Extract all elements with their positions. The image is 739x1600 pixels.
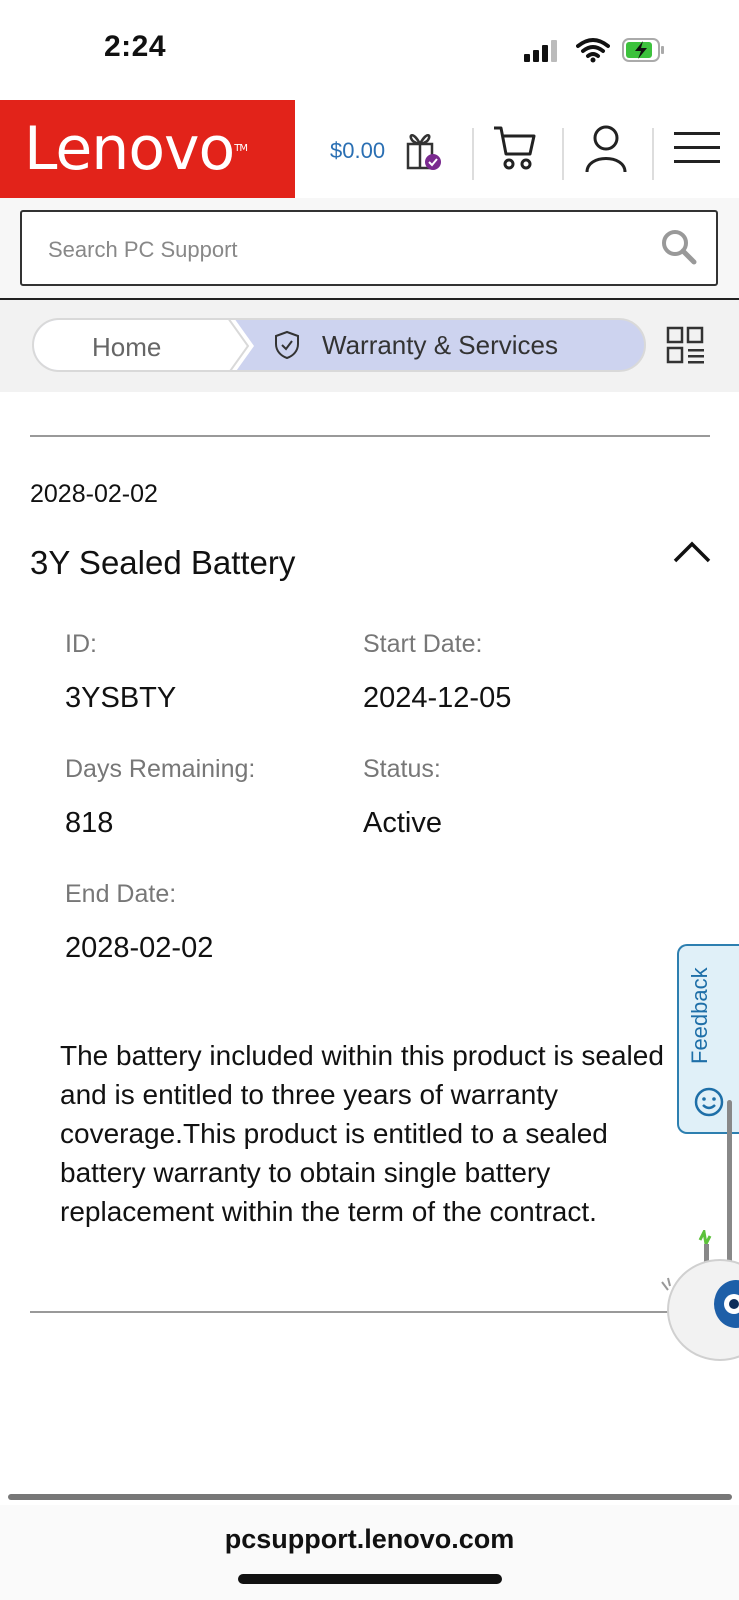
end-date-label: End Date: xyxy=(65,880,177,908)
start-date-value: 2024-12-05 xyxy=(363,682,512,714)
id-value: 3YSBTY xyxy=(65,682,177,714)
cellular-signal-icon xyxy=(524,40,560,67)
breadcrumb-home-label: Home xyxy=(92,332,162,362)
chat-assistant-robot-icon[interactable] xyxy=(660,1227,739,1375)
site-header: LenovoTM $0.00 xyxy=(0,100,739,198)
status-bar: 2:24 xyxy=(0,0,739,98)
start-date-label: Start Date: xyxy=(363,630,483,658)
status-time: 2:24 xyxy=(104,30,167,63)
breadcrumb-home[interactable]: Home xyxy=(34,320,234,370)
status-value: Active xyxy=(363,807,442,839)
section-divider xyxy=(30,435,710,437)
home-indicator[interactable] xyxy=(238,1574,502,1584)
url-text[interactable]: pcsupport.lenovo.com xyxy=(0,1524,739,1555)
lenovo-logo[interactable]: LenovoTM xyxy=(0,100,295,198)
days-remaining-value: 818 xyxy=(65,807,114,839)
warranty-end-date-header: 2028-02-02 xyxy=(30,480,158,508)
chevron-up-icon[interactable] xyxy=(672,540,712,569)
shield-icon xyxy=(274,330,300,365)
rewards-gift-icon[interactable] xyxy=(404,128,444,177)
account-icon[interactable] xyxy=(584,124,628,179)
header-divider xyxy=(472,128,474,180)
wifi-icon xyxy=(576,37,610,68)
end-date-value: 2028-02-02 xyxy=(65,932,214,964)
search-box xyxy=(20,210,718,286)
search-input[interactable] xyxy=(46,232,630,268)
cart-icon[interactable] xyxy=(492,124,536,177)
hamburger-menu-icon[interactable] xyxy=(674,130,720,171)
search-icon[interactable] xyxy=(660,228,698,271)
grid-menu-icon[interactable] xyxy=(666,326,706,371)
status-label: Status: xyxy=(363,755,441,783)
warranty-title[interactable]: 3Y Sealed Battery xyxy=(30,544,295,582)
feedback-label: Feedback xyxy=(687,967,712,1064)
header-divider xyxy=(652,128,654,180)
breadcrumb: Home Warranty & Services xyxy=(32,318,646,372)
header-divider xyxy=(562,128,564,180)
smile-icon xyxy=(693,1086,725,1123)
breadcrumb-separator-icon xyxy=(220,320,256,370)
id-label: ID: xyxy=(65,630,97,658)
battery-charging-icon xyxy=(622,37,666,68)
days-remaining-label: Days Remaining: xyxy=(65,755,256,783)
warranty-description: The battery included within this product… xyxy=(60,1040,664,1227)
browser-toolbar-divider xyxy=(8,1494,732,1500)
breadcrumb-current[interactable]: Warranty & Services xyxy=(322,330,558,361)
rewards-balance[interactable]: $0.00 xyxy=(330,138,385,164)
section-divider xyxy=(30,1311,670,1313)
